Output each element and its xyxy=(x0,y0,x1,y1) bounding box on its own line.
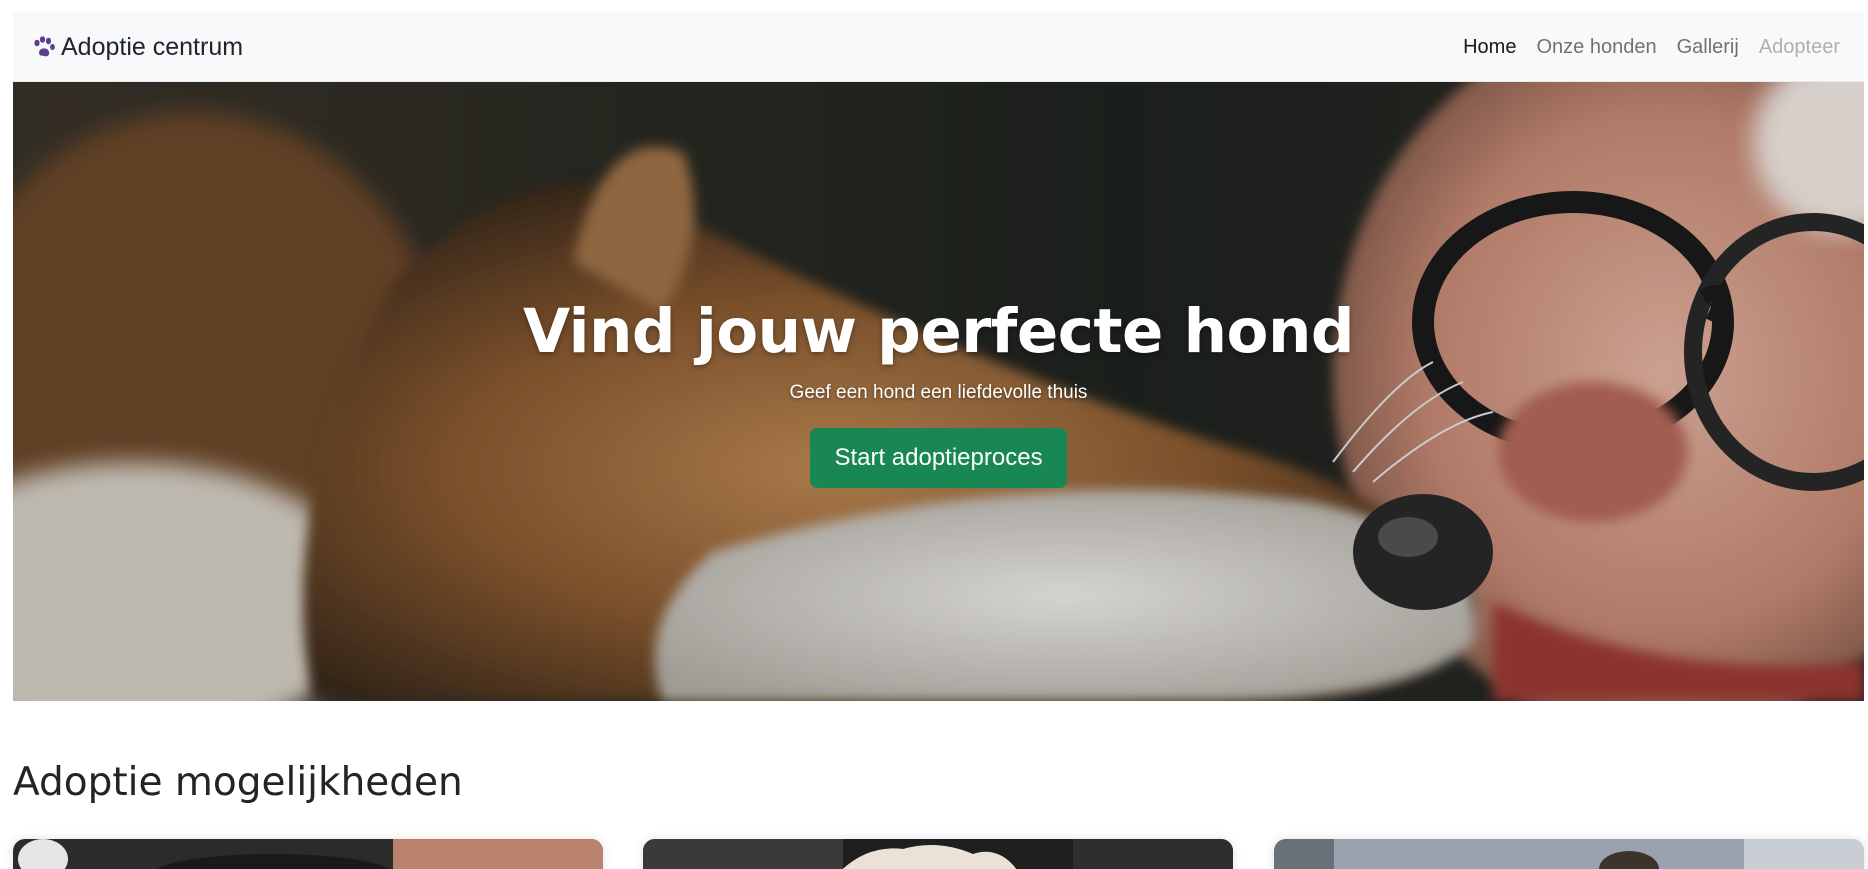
nav-item-home[interactable]: Home xyxy=(1463,36,1516,59)
hero-content: Vind jouw perfecte hond Geef een hond ee… xyxy=(13,82,1864,701)
hero-title: Vind jouw perfecte hond xyxy=(522,296,1355,367)
navbar: Adoptie centrum Home Onze honden Galleri… xyxy=(13,12,1864,82)
nav-links: Home Onze honden Gallerij Adopteer xyxy=(1463,12,1840,82)
dog-card[interactable] xyxy=(1274,839,1864,869)
start-adoption-button[interactable]: Start adoptieproces xyxy=(810,428,1067,488)
dog-card-image xyxy=(1274,839,1864,869)
brand-link[interactable]: Adoptie centrum xyxy=(31,12,243,82)
paw-icon xyxy=(34,36,55,57)
page: Adoptie centrum Home Onze honden Galleri… xyxy=(0,0,1868,869)
dog-card-image xyxy=(643,839,1233,869)
nav-item-onze-honden[interactable]: Onze honden xyxy=(1536,36,1656,59)
hero-subtitle: Geef een hond een liefdevolle thuis xyxy=(789,382,1088,403)
dog-card[interactable] xyxy=(643,839,1233,869)
hero-banner: Vind jouw perfecte hond Geef een hond ee… xyxy=(13,82,1864,701)
section-title: Adoptie mogelijkheden xyxy=(13,760,463,805)
brand-title: Adoptie centrum xyxy=(61,33,244,61)
nav-item-gallerij[interactable]: Gallerij xyxy=(1677,36,1739,59)
dog-card-image xyxy=(13,839,603,869)
dog-card[interactable] xyxy=(13,839,603,869)
nav-item-adopteer: Adopteer xyxy=(1758,35,1840,58)
